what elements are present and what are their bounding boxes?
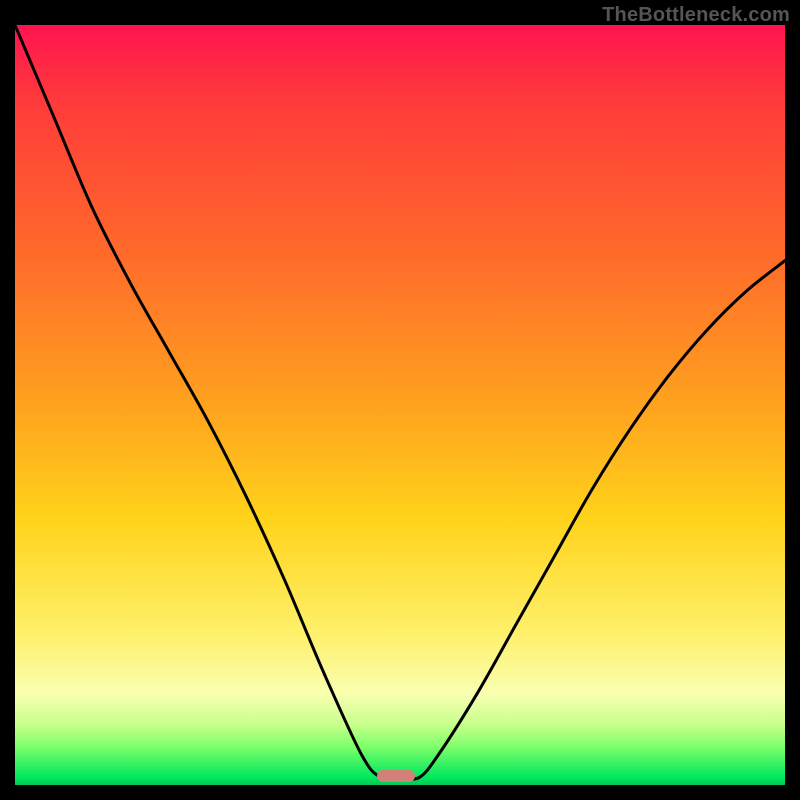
watermark-text: TheBottleneck.com xyxy=(602,4,790,27)
optimal-marker xyxy=(377,770,415,782)
plot-area xyxy=(15,25,785,785)
bottleneck-curve xyxy=(15,25,785,785)
curve-path xyxy=(15,25,785,779)
chart-stage: TheBottleneck.com xyxy=(0,0,800,800)
